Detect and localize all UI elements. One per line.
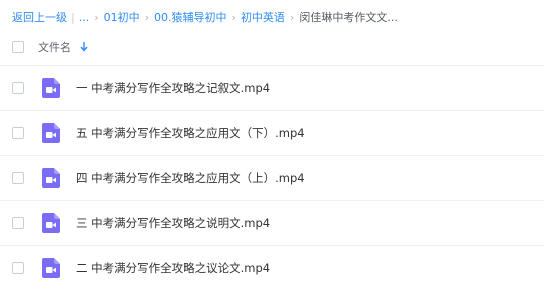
video-file-icon: [42, 168, 60, 188]
breadcrumb-item-00[interactable]: 00.猿辅导初中: [154, 9, 227, 25]
file-row[interactable]: 一 中考满分写作全攻略之记叙文.mp4: [0, 65, 544, 109]
file-name: 五 中考满分写作全攻略之应用文（下）.mp4: [76, 126, 305, 140]
file-row[interactable]: 五 中考满分写作全攻略之应用文（下）.mp4: [0, 110, 544, 154]
breadcrumb-current: 闵佳琳中考作文文...: [299, 11, 398, 24]
breadcrumb: 返回上一级 | ... › 01初中 › 00.猿辅导初中 › 初中英语 › 闵…: [12, 7, 398, 27]
breadcrumb-ellipsis[interactable]: ...: [79, 11, 90, 24]
breadcrumb-item-01[interactable]: 01初中: [104, 9, 140, 25]
file-list-header: 文件名: [0, 33, 544, 61]
breadcrumb-separator: ›: [231, 10, 236, 24]
video-file-icon: [42, 123, 60, 143]
row-checkbox[interactable]: [12, 127, 24, 139]
row-checkbox[interactable]: [12, 262, 24, 274]
file-name: 一 中考满分写作全攻略之记叙文.mp4: [76, 81, 271, 95]
file-row[interactable]: 三 中考满分写作全攻略之说明文.mp4: [0, 200, 544, 244]
video-file-icon: [42, 78, 60, 98]
breadcrumb-divider: |: [71, 10, 75, 24]
row-checkbox[interactable]: [12, 82, 24, 94]
sort-arrow-down-icon[interactable]: [80, 41, 88, 52]
breadcrumb-separator: ›: [289, 10, 295, 24]
file-name: 二 中考满分写作全攻略之议论文.mp4: [76, 261, 271, 275]
file-name: 三 中考满分写作全攻略之说明文.mp4: [76, 216, 271, 230]
video-file-icon: [42, 213, 60, 233]
video-file-icon: [42, 258, 60, 278]
breadcrumb-item-english[interactable]: 初中英语: [241, 9, 285, 25]
row-checkbox[interactable]: [12, 217, 24, 229]
row-checkbox[interactable]: [12, 172, 24, 184]
back-link[interactable]: 返回上一级: [12, 9, 67, 25]
name-column-header[interactable]: 文件名: [38, 39, 71, 55]
file-name: 四 中考满分写作全攻略之应用文（上）.mp4: [76, 171, 305, 185]
breadcrumb-separator: ›: [144, 10, 150, 24]
file-row[interactable]: 二 中考满分写作全攻略之议论文.mp4: [0, 245, 544, 289]
breadcrumb-separator: ›: [94, 10, 99, 24]
select-all-checkbox[interactable]: [12, 41, 24, 53]
file-row[interactable]: 四 中考满分写作全攻略之应用文（上）.mp4: [0, 155, 544, 199]
